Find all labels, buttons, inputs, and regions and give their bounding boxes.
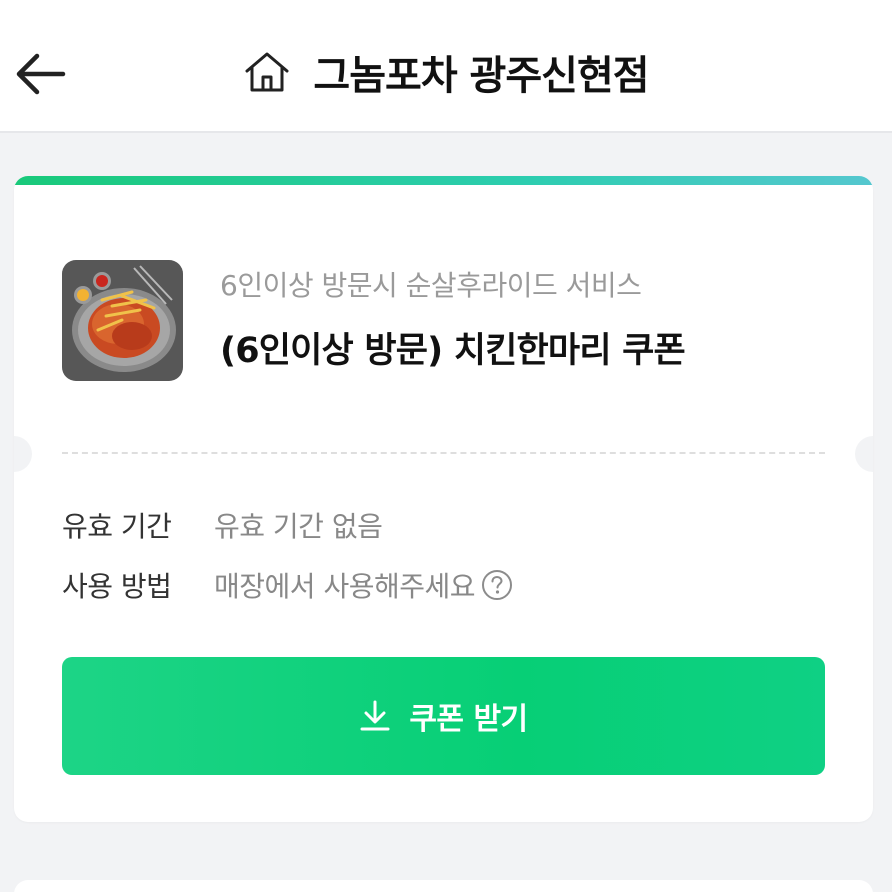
coupon-subtitle: 6인이상 방문시 순살후라이드 서비스 bbox=[220, 269, 642, 302]
home-icon[interactable] bbox=[243, 48, 291, 96]
card-accent-bar bbox=[14, 176, 873, 185]
download-coupon-button[interactable]: 쿠폰 받기 bbox=[62, 657, 825, 775]
download-icon bbox=[360, 700, 390, 731]
validity-row: 유효 기간 유효 기간 없음 bbox=[62, 505, 383, 545]
usage-row: 사용 방법 매장에서 사용해주세요 bbox=[62, 565, 513, 605]
header-title-group: 그놈포차 광주신현점 bbox=[0, 42, 892, 102]
coupon-thumbnail bbox=[62, 260, 183, 381]
download-button-label: 쿠폰 받기 bbox=[409, 702, 528, 737]
usage-label: 사용 방법 bbox=[62, 570, 172, 603]
coupon-name: (6인이상 방문) 치킨한마리 쿠폰 bbox=[220, 331, 686, 371]
validity-value: 유효 기간 없음 bbox=[214, 510, 383, 543]
app-header: 그놈포차 광주신현점 bbox=[0, 0, 892, 133]
page-title: 그놈포차 광주신현점 bbox=[313, 53, 649, 99]
next-card-peek bbox=[14, 880, 873, 892]
ticket-notch-right bbox=[855, 436, 873, 472]
ticket-notch-left bbox=[14, 436, 32, 472]
dashed-divider bbox=[62, 452, 825, 454]
usage-value: 매장에서 사용해주세요 bbox=[214, 570, 476, 603]
coupon-card: 6인이상 방문시 순살후라이드 서비스 (6인이상 방문) 치킨한마리 쿠폰 유… bbox=[14, 176, 873, 822]
question-circle-icon[interactable] bbox=[481, 569, 513, 601]
validity-label: 유효 기간 bbox=[62, 510, 172, 543]
